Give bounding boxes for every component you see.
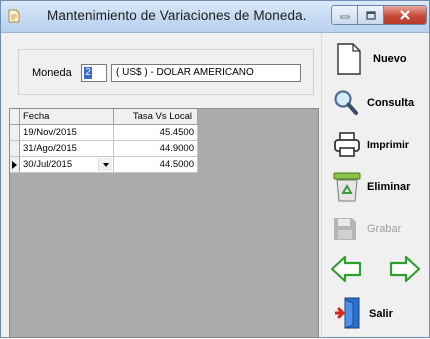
- table-row[interactable]: 31/Ago/2015 44.9000: [10, 141, 198, 157]
- cell-fecha-combo[interactable]: 30/Jul/2015: [20, 157, 114, 173]
- close-button[interactable]: [384, 6, 426, 24]
- recycle-bin-icon: [333, 172, 361, 202]
- cell-tasa[interactable]: 44.5000: [114, 157, 198, 173]
- chevron-down-icon: [102, 162, 109, 167]
- imprimir-button[interactable]: Imprimir: [323, 125, 427, 165]
- eliminar-button[interactable]: Eliminar: [323, 167, 427, 207]
- column-header-fecha[interactable]: Fecha: [20, 109, 114, 125]
- cell-fecha-value: 30/Jul/2015: [23, 159, 73, 170]
- arrow-right-icon: [389, 255, 421, 283]
- magnifier-icon: [334, 90, 358, 115]
- maximize-icon: [365, 10, 376, 20]
- grabar-button[interactable]: Grabar: [323, 209, 427, 249]
- row-selector[interactable]: [10, 125, 20, 141]
- nuevo-label: Nuevo: [373, 53, 407, 65]
- navigation-buttons: [323, 251, 427, 287]
- moneda-label: Moneda: [32, 67, 72, 79]
- arrow-left-icon: [330, 255, 362, 283]
- salir-button[interactable]: Salir: [323, 291, 427, 335]
- maximize-button[interactable]: [358, 6, 384, 24]
- column-header-tasa[interactable]: Tasa Vs Local: [114, 109, 198, 125]
- new-document-icon: [337, 43, 361, 75]
- main-window: Mantenimiento de Variaciones de Moneda. …: [0, 0, 430, 339]
- table-row-current[interactable]: 30/Jul/2015 44.5000: [10, 157, 198, 173]
- row-selector-current[interactable]: [10, 157, 20, 173]
- imprimir-label: Imprimir: [367, 139, 410, 151]
- eliminar-label: Eliminar: [367, 181, 411, 193]
- row-selector-header[interactable]: [10, 109, 20, 125]
- panel-separator: [321, 33, 322, 339]
- fecha-dropdown-button[interactable]: [98, 158, 112, 171]
- moneda-panel: Moneda 2 ( US$ ) - DOLAR AMERICANO: [18, 49, 314, 95]
- floppy-disk-icon: [334, 218, 356, 240]
- row-selector[interactable]: [10, 141, 20, 157]
- cell-tasa[interactable]: 44.9000: [114, 141, 198, 157]
- previous-button[interactable]: [323, 251, 371, 287]
- printer-icon: [334, 132, 360, 157]
- consulta-button[interactable]: Consulta: [323, 85, 427, 123]
- exit-door-icon: [335, 297, 360, 329]
- moneda-description-field: ( US$ ) - DOLAR AMERICANO: [111, 64, 301, 82]
- salir-label: Salir: [369, 308, 393, 320]
- minimize-button[interactable]: [332, 6, 358, 24]
- cell-tasa[interactable]: 45.4500: [114, 125, 198, 141]
- title-bar: Mantenimiento de Variaciones de Moneda.: [1, 1, 429, 33]
- consulta-label: Consulta: [367, 97, 415, 109]
- close-icon: [400, 10, 410, 20]
- app-icon: [8, 9, 20, 23]
- table-row[interactable]: 19/Nov/2015 45.4500: [10, 125, 198, 141]
- cell-fecha[interactable]: 19/Nov/2015: [20, 125, 114, 141]
- cell-fecha[interactable]: 31/Ago/2015: [20, 141, 114, 157]
- current-row-arrow-icon: [12, 161, 17, 169]
- nuevo-button[interactable]: Nuevo: [323, 39, 427, 83]
- minimize-icon: [340, 15, 349, 19]
- window-title: Mantenimiento de Variaciones de Moneda.: [47, 8, 307, 23]
- grid-header-row: Fecha Tasa Vs Local: [10, 109, 198, 125]
- moneda-code-input[interactable]: 2: [81, 64, 107, 82]
- variaciones-grid[interactable]: Fecha Tasa Vs Local 19/Nov/2015 45.4500 …: [9, 108, 319, 338]
- window-controls: [331, 5, 427, 25]
- moneda-code-value: 2: [84, 67, 92, 79]
- next-button[interactable]: [379, 251, 427, 287]
- grabar-label: Grabar: [367, 223, 402, 235]
